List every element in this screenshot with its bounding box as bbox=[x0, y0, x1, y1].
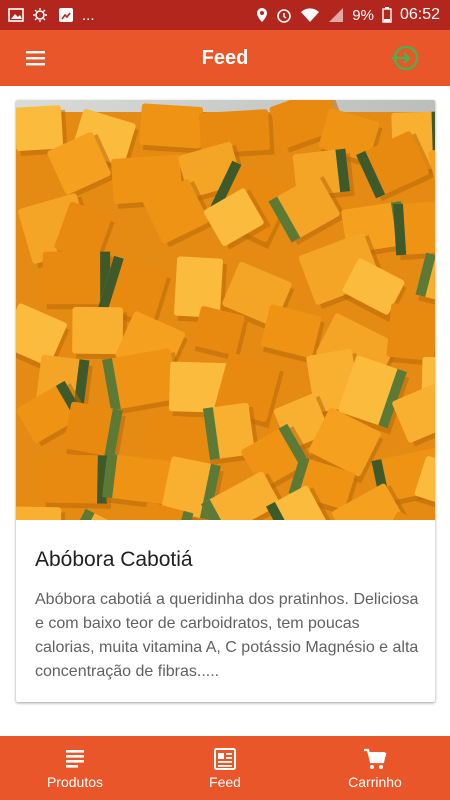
feed-card-title: Abóbora Cabotiá bbox=[35, 548, 193, 571]
app-bar: Feed bbox=[0, 30, 450, 86]
wifi-icon bbox=[301, 8, 320, 22]
feed-card[interactable]: Abóbora Cabotiá Abóbora cabotiá a querid… bbox=[16, 100, 435, 702]
image-edit-icon bbox=[59, 8, 73, 22]
nav-feed[interactable]: Feed bbox=[160, 736, 290, 800]
login-icon bbox=[392, 45, 419, 71]
signal-icon bbox=[329, 8, 344, 22]
menu-button[interactable] bbox=[22, 46, 50, 70]
list-icon bbox=[66, 749, 84, 768]
nav-produtos-label: Produtos bbox=[46, 773, 104, 790]
status-notifications: ... bbox=[8, 7, 95, 24]
alarm-icon bbox=[277, 9, 292, 23]
newspaper-icon bbox=[214, 747, 236, 770]
feed-card-description: Abóbora cabotiá a queridinha dos pratinh… bbox=[35, 591, 419, 680]
location-icon bbox=[257, 8, 268, 22]
gallery-icon bbox=[8, 8, 24, 22]
battery-percent: 9% bbox=[352, 6, 374, 24]
feed-list[interactable]: Abóbora Cabotiá Abóbora cabotiá a querid… bbox=[0, 86, 450, 736]
nav-carrinho-label: Carrinho bbox=[348, 773, 402, 790]
nav-produtos[interactable]: Produtos bbox=[10, 736, 140, 800]
battery-icon bbox=[382, 7, 392, 23]
status-bar: ... 9% 06:52 bbox=[0, 0, 450, 30]
weather-icon bbox=[33, 8, 47, 22]
bottom-navigation: Produtos Feed Carrinho bbox=[0, 736, 450, 800]
nav-feed-label: Feed bbox=[209, 773, 241, 790]
nav-carrinho[interactable]: Carrinho bbox=[310, 736, 440, 800]
status-system: 9% 06:52 bbox=[256, 6, 440, 24]
page-title: Feed bbox=[201, 46, 249, 69]
status-time: 06:52 bbox=[399, 6, 440, 23]
hamburger-icon bbox=[26, 51, 45, 66]
login-button[interactable] bbox=[388, 42, 420, 74]
feed-card-image bbox=[16, 100, 435, 520]
status-overflow: ... bbox=[82, 6, 95, 24]
cart-icon bbox=[364, 748, 387, 769]
